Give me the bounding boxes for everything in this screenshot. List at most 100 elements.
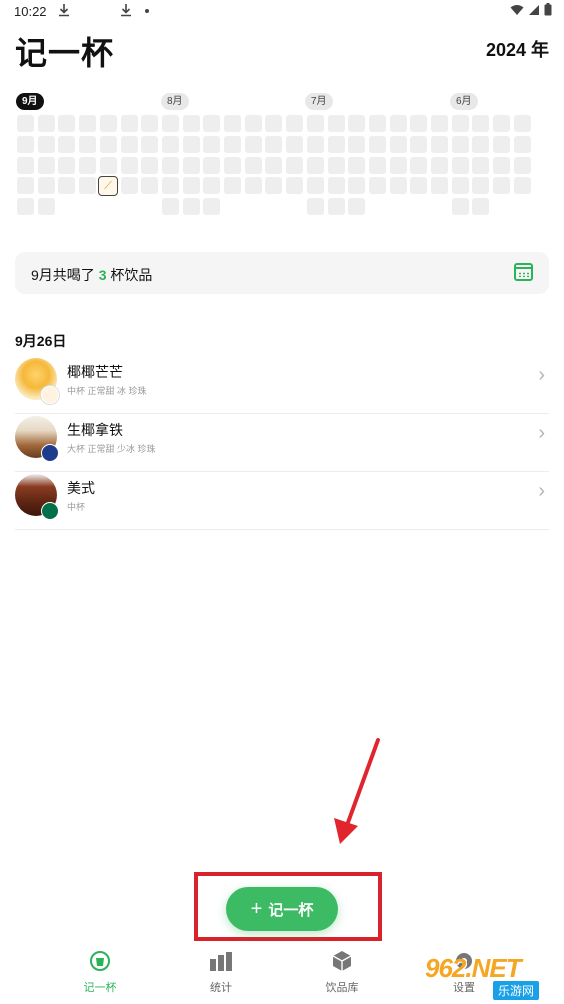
summary-suffix: 杯饮品 [110, 267, 153, 283]
heatmap-day-cell [161, 115, 179, 132]
heatmap-day-cell [472, 198, 490, 216]
drink-calendar-heatmap [0, 0, 564, 230]
summary-text: 9月共喝了 3 杯饮品 [31, 265, 152, 285]
heatmap-day-cell [37, 198, 55, 216]
heatmap-day-cell [224, 135, 241, 153]
nav-item-drink-library[interactable]: 饮品库 [302, 950, 382, 995]
heatmap-day-cell [451, 177, 469, 195]
heatmap-day-cell [141, 135, 159, 153]
heatmap-day-cell [348, 115, 366, 132]
drink-list-item[interactable]: 椰椰芒芒 中杯 正常甜 冰 珍珠 › [15, 356, 549, 414]
heatmap-day-cell [410, 135, 428, 153]
heatmap-drink-day[interactable]: ⟋ [98, 176, 118, 196]
month-summary-card: 9月共喝了 3 杯饮品 [15, 252, 549, 294]
heatmap-day-cell [120, 177, 138, 195]
heatmap-day-cell [286, 135, 304, 153]
heatmap-day-cell [58, 177, 76, 195]
heatmap-day-cell [431, 177, 448, 195]
heatmap-day-cell [327, 198, 345, 216]
heatmap-day-cell [389, 135, 407, 153]
nav-item-record[interactable]: 记一杯 [60, 950, 140, 995]
brand-badge-icon [41, 386, 59, 404]
heatmap-day-cell [99, 135, 117, 153]
heatmap-day-cell [244, 156, 262, 174]
heatmap-day-cell [451, 198, 469, 216]
heatmap-day-cell [244, 115, 262, 132]
heatmap-day-cell [120, 115, 138, 132]
heatmap-day-cell [348, 156, 366, 174]
heatmap-day-cell [79, 135, 97, 153]
heatmap-day-cell [389, 177, 407, 195]
heatmap-day-cell [182, 115, 200, 132]
heatmap-day-cell [286, 115, 304, 132]
plus-icon: + [250, 898, 263, 920]
heatmap-day-cell [513, 135, 531, 153]
drink-name: 美式 [67, 480, 95, 496]
heatmap-day-cell [306, 156, 324, 174]
calendar-icon[interactable] [514, 263, 533, 281]
heatmap-day-cell [203, 177, 221, 195]
heatmap-day-cell [513, 156, 531, 174]
heatmap-day-cell [17, 115, 34, 132]
heatmap-day-cell [286, 156, 304, 174]
heatmap-day-cell [327, 156, 345, 174]
chevron-right-icon: › [538, 480, 545, 502]
box-icon [302, 950, 382, 972]
heatmap-day-cell [58, 135, 76, 153]
record-cup-icon [60, 950, 140, 972]
heatmap-day-cell [348, 135, 366, 153]
summary-prefix: 9月共喝了 [31, 267, 95, 283]
heatmap-day-cell [58, 156, 76, 174]
heatmap-day-cell [306, 135, 324, 153]
drink-day-icon: ⟋ [104, 179, 112, 192]
nav-item-stats[interactable]: 统计 [181, 950, 261, 995]
heatmap-day-cell [99, 115, 117, 132]
heatmap-day-cell [182, 198, 200, 216]
heatmap-day-cell [513, 115, 531, 132]
heatmap-day-cell [161, 135, 179, 153]
drink-name: 椰椰芒芒 [67, 364, 123, 380]
heatmap-day-cell [37, 156, 55, 174]
heatmap-day-cell [58, 115, 76, 132]
heatmap-day-cell [348, 198, 366, 216]
heatmap-day-cell [224, 156, 241, 174]
heatmap-day-cell [410, 156, 428, 174]
heatmap-day-cell [368, 156, 386, 174]
heatmap-day-cell [327, 115, 345, 132]
heatmap-day-cell [451, 115, 469, 132]
heatmap-day-cell [203, 156, 221, 174]
heatmap-day-cell [513, 177, 531, 195]
heatmap-day-cell [17, 156, 34, 174]
drink-list-item[interactable]: 生椰拿铁 大杯 正常甜 少冰 珍珠 › [15, 414, 549, 472]
heatmap-day-cell [79, 156, 97, 174]
heatmap-day-cell [493, 135, 511, 153]
heatmap-day-cell [286, 177, 304, 195]
heatmap-day-cell [120, 135, 138, 153]
heatmap-day-cell [410, 115, 428, 132]
heatmap-day-cell [203, 135, 221, 153]
heatmap-day-cell [182, 156, 200, 174]
heatmap-day-cell [79, 177, 97, 195]
heatmap-day-cell [17, 177, 34, 195]
heatmap-day-cell [389, 156, 407, 174]
heatmap-day-cell [368, 135, 386, 153]
heatmap-day-cell [265, 135, 283, 153]
drink-name: 生椰拿铁 [67, 422, 123, 438]
heatmap-day-cell [37, 115, 55, 132]
heatmap-day-cell [79, 115, 97, 132]
heatmap-day-cell [327, 177, 345, 195]
heatmap-day-cell [265, 156, 283, 174]
heatmap-day-cell [182, 135, 200, 153]
heatmap-day-cell [431, 156, 448, 174]
heatmap-day-cell [472, 115, 490, 132]
annotation-arrow [334, 738, 380, 844]
heatmap-day-cell [244, 177, 262, 195]
watermark-main: 962.NET [425, 953, 522, 983]
heatmap-day-cell [410, 177, 428, 195]
add-drink-button[interactable]: + 记一杯 [226, 887, 338, 931]
drink-list-item[interactable]: 美式 中杯 › [15, 472, 549, 530]
heatmap-day-cell [327, 135, 345, 153]
heatmap-day-cell [472, 135, 490, 153]
heatmap-day-cell [17, 135, 34, 153]
chevron-right-icon: › [538, 364, 545, 386]
